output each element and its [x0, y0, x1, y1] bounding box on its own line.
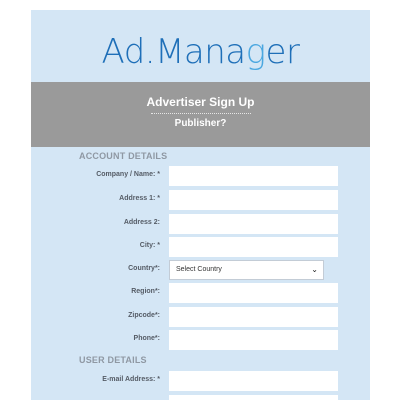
publisher-link[interactable]: Publisher? [31, 118, 370, 129]
form-row-address1: Address 1: * [31, 190, 370, 210]
form-row-phone: Phone*: [31, 330, 370, 350]
form-row-region: Region*: [31, 283, 370, 303]
form-row-zipcode: Zipcode*: [31, 307, 370, 327]
region-field[interactable] [169, 283, 338, 303]
address2-label: Address 2: [123, 219, 160, 226]
form-row-email: E-mail Address: * [31, 371, 370, 391]
next-field[interactable] [169, 395, 338, 400]
country-select[interactable]: Select Country ⌄ [169, 260, 324, 280]
logo-text-part2: ana [183, 32, 246, 72]
email-label: E-mail Address: * [102, 376, 160, 383]
company-name-field[interactable] [169, 166, 338, 186]
phone-label: Phone*: [133, 335, 160, 342]
header-divider [151, 113, 251, 114]
form-row-company: Company / Name: * [31, 166, 370, 186]
country-label: Country*: [128, 265, 160, 272]
signup-panel: Ad.Manager Advertiser Sign Up Publisher?… [31, 10, 370, 400]
city-field[interactable] [169, 237, 338, 257]
address1-field[interactable] [169, 190, 338, 210]
zipcode-field[interactable] [169, 307, 338, 327]
page-title: Advertiser Sign Up [146, 95, 255, 109]
logo-text-accent: g [245, 32, 266, 72]
email-field[interactable] [169, 371, 338, 391]
chevron-down-icon: ⌄ [311, 265, 318, 274]
user-details-heading: USER DETAILS [79, 355, 147, 365]
address2-field[interactable] [169, 214, 338, 234]
region-label: Region*: [131, 288, 160, 295]
form-row-country: Country*: Select Country ⌄ [31, 260, 370, 280]
form-row-next [31, 395, 370, 400]
phone-field[interactable] [169, 330, 338, 350]
signup-header: Advertiser Sign Up Publisher? [31, 82, 370, 147]
country-select-value: Select Country [176, 266, 222, 273]
form-row-city: City: * [31, 237, 370, 257]
city-label: City: * [139, 242, 160, 249]
logo-text-part1: Ad.M [101, 32, 185, 72]
zipcode-label: Zipcode*: [128, 312, 160, 319]
company-name-label: Company / Name: * [96, 171, 160, 178]
account-details-heading: ACCOUNT DETAILS [79, 151, 168, 161]
address1-label: Address 1: * [119, 195, 160, 202]
logo-text-part4: er [265, 32, 300, 72]
admanager-logo: Ad.Manager [31, 32, 370, 72]
form-row-address2: Address 2: [31, 214, 370, 234]
